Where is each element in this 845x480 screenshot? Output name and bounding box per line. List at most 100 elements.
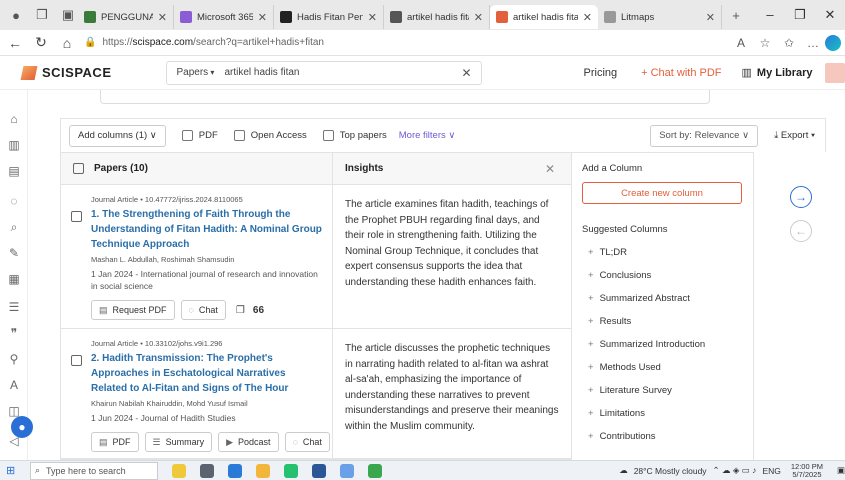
suggested-column-item[interactable]: + Literature Survey	[582, 385, 743, 396]
close-icon[interactable]: ✕	[583, 11, 592, 24]
file-explorer-icon[interactable]	[256, 463, 270, 478]
pdf-button[interactable]: ▤ PDF	[91, 432, 139, 452]
grid-nav-icon[interactable]: ▦	[4, 272, 24, 286]
language-indicator[interactable]: ENG	[762, 466, 780, 476]
scispace-logo[interactable]: SCISPACE	[20, 65, 112, 80]
pdf-filter[interactable]: PDF	[181, 130, 218, 141]
windows-start-icon[interactable]: ⊞	[6, 464, 24, 477]
tab-2[interactable]: Microsoft 365 Copilo✕	[174, 5, 274, 29]
taskbar-search-input[interactable]: ⌕ Type here to search	[30, 461, 158, 480]
edge-app-icon[interactable]	[228, 463, 242, 478]
request-pdf-button[interactable]: ▤ Request PDF	[91, 300, 175, 320]
copilot-icon[interactable]	[825, 34, 841, 51]
podcast-button[interactable]: ▶ Podcast	[218, 432, 279, 452]
word-app-icon[interactable]	[312, 463, 326, 478]
read-aloud-icon[interactable]: A	[729, 36, 753, 50]
whatsapp-icon[interactable]	[284, 463, 298, 478]
tab-1[interactable]: PENGGUNAAN KECI✕	[78, 5, 174, 29]
notebook-nav-icon[interactable]: ▤	[4, 164, 24, 178]
new-tab-icon[interactable]: +	[726, 5, 746, 25]
close-icon[interactable]: ✕	[474, 11, 483, 24]
chat-with-pdf-button[interactable]: + Chat with PDF	[641, 67, 721, 79]
table-row: Journal Article • 10.33102/johs.v9i1.296…	[61, 329, 571, 459]
close-icon[interactable]: ✕	[706, 11, 715, 24]
tools-nav-icon[interactable]: ⚲	[4, 352, 24, 366]
create-new-column-button[interactable]: Create new column	[582, 182, 742, 204]
favorite-star-icon[interactable]: ☆	[753, 36, 777, 50]
home-nav-icon[interactable]: ⌂	[4, 112, 24, 126]
ai-detector-nav-icon[interactable]: A	[4, 378, 24, 392]
system-tray: ☁ 28°C Mostly cloudy ⌃ ☁ ◈ ▭ ♪ ENG 12:00…	[613, 462, 845, 479]
profile-icon[interactable]: ●	[6, 5, 26, 25]
close-icon[interactable]: ✕	[158, 11, 167, 24]
suggested-column-item[interactable]: + TL;DR	[582, 247, 743, 258]
sort-by-dropdown[interactable]: Sort by: Relevance ∨	[650, 124, 759, 147]
tab-6[interactable]: Litmaps ✕	[598, 5, 722, 29]
remove-column-icon[interactable]: ✕	[545, 162, 555, 176]
minimize-icon[interactable]: –	[755, 7, 785, 23]
search-nav-icon[interactable]: ⌕	[4, 220, 24, 235]
suggested-column-item[interactable]: + Summarized Introduction	[582, 339, 743, 350]
chat-button[interactable]: ◌ Chat	[180, 300, 226, 320]
suggested-column-item[interactable]: + Contributions	[582, 431, 743, 442]
add-columns-button[interactable]: Add columns (1) ∨	[69, 124, 166, 147]
avatar[interactable]	[824, 62, 845, 83]
select-all-checkbox[interactable]	[73, 163, 84, 174]
tab-actions-icon[interactable]: ▣	[58, 5, 78, 25]
home-icon[interactable]: ⌂	[56, 35, 78, 51]
task-view-icon[interactable]	[200, 463, 214, 478]
chrome-app-icon[interactable]	[368, 463, 382, 478]
my-library-link[interactable]: My Library	[757, 67, 813, 79]
search-type-dropdown[interactable]: Papers	[167, 67, 225, 78]
suggested-column-item[interactable]: + Limitations	[582, 408, 743, 419]
tab-4[interactable]: artikel hadis fitan✕	[384, 5, 490, 29]
tray-icons[interactable]: ⌃ ☁ ◈ ▭ ♪	[713, 465, 757, 476]
quote-nav-icon[interactable]: ❞	[4, 326, 24, 340]
top-papers-filter[interactable]: Top papers	[322, 130, 387, 141]
more-icon[interactable]: …	[801, 36, 825, 50]
back-icon[interactable]: ←	[4, 35, 26, 51]
clock[interactable]: 12:00 PM 5/7/2025	[791, 462, 823, 479]
maximize-icon[interactable]: ❐	[785, 7, 815, 23]
row-checkbox[interactable]	[71, 355, 82, 366]
window-close-icon[interactable]: ✕	[815, 7, 845, 23]
favorites-icon[interactable]: ✩	[777, 36, 801, 50]
tab-3[interactable]: Hadis Fitan Penjelasa✕	[274, 5, 384, 29]
suggested-column-item[interactable]: + Methods Used	[582, 362, 743, 373]
close-icon[interactable]: ✕	[368, 11, 377, 24]
workspaces-icon[interactable]: ❐	[32, 5, 52, 25]
scroll-left-icon[interactable]: ←	[790, 220, 812, 242]
tab-5-active[interactable]: artikel hadis fitan - S✕	[490, 5, 598, 29]
summary-button[interactable]: ☰ Summary	[144, 432, 213, 452]
notifications-icon[interactable]: ▣	[837, 465, 845, 476]
row-checkbox[interactable]	[71, 211, 82, 222]
paper-title-link[interactable]: 2. Hadith Transmission: The Prophet's Ap…	[91, 351, 322, 396]
write-nav-icon[interactable]: ✎	[4, 246, 24, 260]
pricing-link[interactable]: Pricing	[584, 67, 618, 79]
list-nav-icon[interactable]: ☰	[4, 300, 24, 314]
bookmark-icon[interactable]: ❐	[236, 305, 245, 316]
close-icon[interactable]: ✕	[258, 11, 267, 24]
chat-button[interactable]: ◌ Chat	[284, 432, 330, 452]
scroll-right-icon[interactable]: →	[790, 186, 812, 208]
url-field[interactable]: 🔒 https://scispace.com/search?q=artikel+…	[84, 33, 724, 53]
library-nav-icon[interactable]: ▥	[4, 138, 24, 152]
widgets-icon[interactable]	[172, 463, 186, 478]
refresh-icon[interactable]: ↻	[30, 34, 52, 51]
app-icon[interactable]	[340, 463, 354, 478]
browser-tab-bar: ● ❐ ▣ PENGGUNAAN KECI✕ Microsoft 365 Cop…	[0, 0, 845, 30]
weather-text[interactable]: 28°C Mostly cloudy	[634, 466, 707, 476]
tab-favicon-icon	[390, 11, 402, 23]
suggested-column-item[interactable]: + Summarized Abstract	[582, 293, 743, 304]
chat-nav-icon[interactable]: ◌	[4, 194, 24, 208]
open-access-filter[interactable]: Open Access	[233, 130, 307, 141]
clear-search-icon[interactable]: ✕	[453, 66, 481, 80]
export-button[interactable]: ⤓ Export ▾	[774, 130, 815, 141]
more-filters-button[interactable]: More filters ∨	[399, 130, 456, 141]
paper-cell: Journal Article • 10.33102/johs.v9i1.296…	[61, 329, 333, 458]
paper-title-link[interactable]: 1. The Strengthening of Faith Through th…	[91, 207, 322, 252]
search-input[interactable]: artikel hadis fitan	[224, 67, 452, 78]
suggested-column-item[interactable]: + Results	[582, 316, 743, 327]
suggested-column-item[interactable]: + Conclusions	[582, 270, 743, 281]
help-chat-icon[interactable]: ●	[11, 416, 33, 438]
